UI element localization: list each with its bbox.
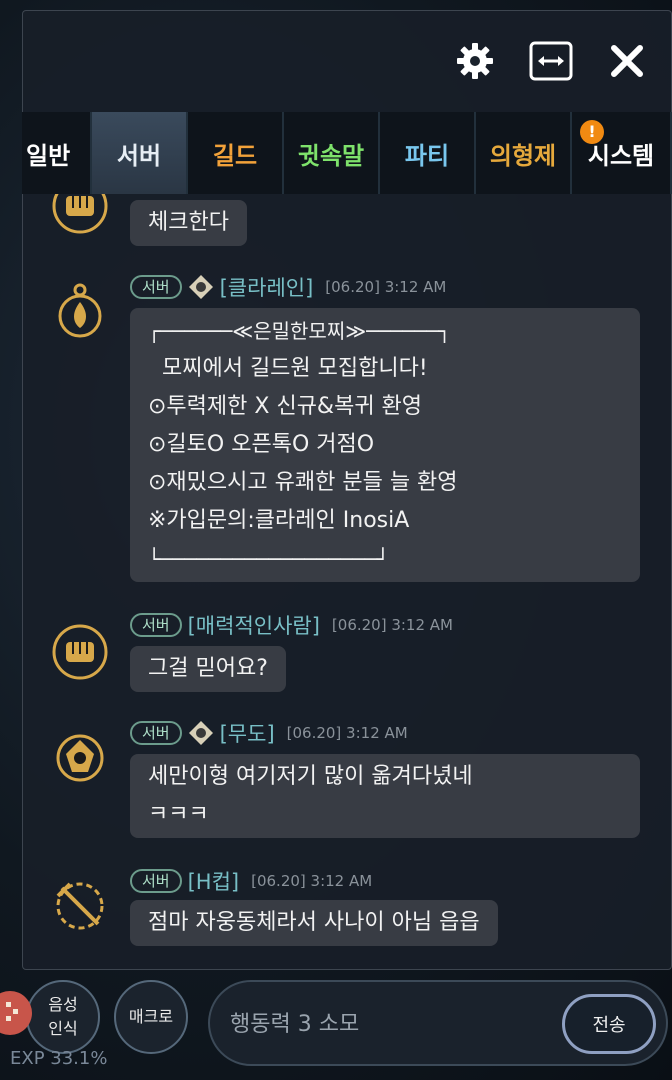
sword-emblem-icon[interactable] [48,874,112,938]
message-text: ┌──────≪은밀한모찌≫──────┐ [148,319,451,343]
tab-label: 일반 [26,141,71,170]
rank-diamond-icon [188,721,213,745]
message-time: [06.20] 3:12 AM [251,872,373,890]
rose-emblem-icon[interactable] [48,726,112,790]
message-time: [06.20] 3:12 AM [325,278,447,296]
tab-whisper[interactable]: 귓속말 [284,112,380,194]
chat-input-bar: 음성인식 매크로 전송 EXP 33.1% [0,970,672,1080]
message-text: 체크한다 [148,210,229,235]
gear-icon[interactable] [452,38,498,84]
tab-guild[interactable]: 길드 [188,112,284,194]
sender-name[interactable]: [클라레인] [220,272,314,302]
voice-label-line2: 인식 [48,1019,78,1038]
chat-input-container: 전송 [208,980,668,1066]
sender-name[interactable]: [매력적인사람] [188,610,320,640]
message-meta: 서버 [매력적인사람] [06.20] 3:12 AM [130,612,453,638]
alert-badge: ! [580,120,604,144]
lotus-emblem-icon[interactable] [48,280,112,344]
tab-sworn-brothers[interactable]: 의형제 [476,112,572,194]
message-text: 그걸 믿어요? [148,656,268,681]
message-bubble: ┌──────≪은밀한모찌≫──────┐ 모찌에서 길드원 모집합니다! ⊙투… [130,308,640,582]
message-text: ⊙투력제한 X 신규&복귀 환영 [148,394,423,419]
message-meta: 서버 [무도] [06.20] 3:12 AM [130,720,408,746]
macro-button[interactable]: 매크로 [114,980,188,1054]
tab-server[interactable]: 서버 [92,112,188,194]
tab-party[interactable]: 파티 [380,112,476,194]
tab-label: 길드 [212,141,258,170]
side-menu-icon[interactable] [0,988,40,1038]
message-text: ⊙재밌으시고 유쾌한 분들 늘 환영 [148,470,458,495]
message-time: [06.20] 3:12 AM [286,724,408,742]
tab-label: 의형제 [489,141,557,170]
message-list[interactable]: 체크한다 서버 [클라레인] [06.20] 3:12 AM ┌──────≪은… [22,194,672,970]
close-icon[interactable] [604,38,650,84]
message-bubble: 체크한다 [130,200,247,246]
message-text: ㅋㅋㅋ [148,802,209,827]
tab-label: 귓속말 [297,141,365,170]
channel-badge: 서버 [130,275,182,299]
message-text: 모찌에서 길드원 모집합니다! [148,356,428,381]
sender-name[interactable]: [H컵] [188,866,240,896]
sender-name[interactable]: [무도] [220,718,275,748]
channel-badge: 서버 [130,613,182,637]
message-bubble: 그걸 믿어요? [130,646,286,692]
chat-input[interactable] [230,1004,550,1044]
message-text: ※가입문의:클라레인 InosiA [148,508,410,533]
fist-emblem-icon[interactable] [48,620,112,684]
tab-general[interactable]: 일반 [22,112,92,194]
message-meta: 서버 [클라레인] [06.20] 3:12 AM [130,274,446,300]
send-button[interactable]: 전송 [562,994,656,1054]
message-text: 점마 자웅동체라서 사나이 아님 읍읍 [148,910,480,935]
message-text: 세만이형 여기저기 많이 옮겨다녔네 [148,764,473,789]
chat-window-controls [452,38,650,84]
message-text: └──────────────────┘ [148,547,389,571]
message-meta: 서버 [H컵] [06.20] 3:12 AM [130,868,372,894]
tab-system[interactable]: ! 시스템 [572,112,672,194]
chat-tabs: 일반 서버 길드 귓속말 파티 의형제 ! 시스템 [22,112,672,194]
message-bubble: 점마 자웅동체라서 사나이 아님 읍읍 [130,900,498,946]
tab-label: 서버 [116,141,162,170]
message-text: ⊙길토O 오픈톡O 거점O [148,432,375,457]
tab-label: 파티 [404,141,450,170]
send-label: 전송 [592,1015,626,1036]
rank-diamond-icon [188,275,213,299]
voice-label-line1: 음성 [48,995,78,1014]
resize-horizontal-icon[interactable] [528,38,574,84]
exp-readout: EXP 33.1% [10,1048,108,1069]
message-bubble: 세만이형 여기저기 많이 옮겨다녔네 ㅋㅋㅋ [130,754,640,838]
fist-emblem-icon[interactable] [48,194,112,238]
channel-badge: 서버 [130,869,182,893]
message-time: [06.20] 3:12 AM [331,616,453,634]
macro-label: 매크로 [128,1007,174,1026]
channel-badge: 서버 [130,721,182,745]
